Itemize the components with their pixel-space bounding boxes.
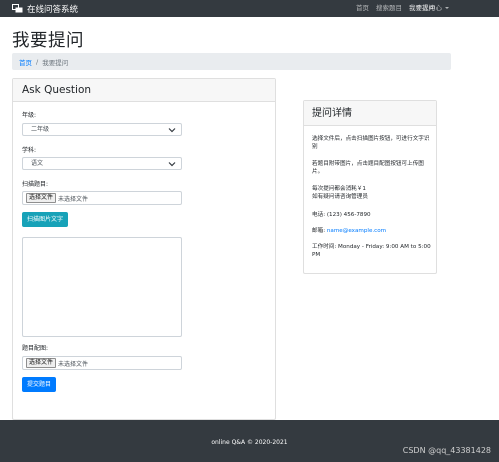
nav-home[interactable]: 首页 <box>356 3 369 13</box>
details-contact-admin: 如有疑问请咨询管理员 <box>312 194 368 201</box>
page-title: 我要提问 <box>12 31 84 51</box>
question-textarea[interactable] <box>22 237 182 337</box>
scan-choose-file-button[interactable]: 选择文件 <box>26 193 57 203</box>
image-file-input[interactable]: 选择文件 未选择文件 <box>22 356 182 370</box>
scan-file-status: 未选择文件 <box>58 195 89 203</box>
brand[interactable]: 在线问答系统 <box>12 2 78 15</box>
subject-select-value: 语文 <box>31 160 44 167</box>
top-navbar: 在线问答系统 首页 搜索题目 我要提问 个人中心 <box>0 0 499 17</box>
question-details-card: 提问详情 选择文件后，点击扫描图片按钮，可进行文字识别 若题目附带图片，点击题目… <box>303 100 437 274</box>
grade-select-value: 二年级 <box>31 126 50 133</box>
details-email-label: 邮箱: <box>312 228 327 234</box>
csdn-watermark: CSDN @qq_43381428 <box>402 446 491 455</box>
details-cost: 每次提问都会消耗￥1 <box>312 186 366 192</box>
breadcrumb-separator: / <box>36 57 39 66</box>
nav-search[interactable]: 搜索题目 <box>376 3 402 13</box>
question-details-title: 提问详情 <box>304 101 436 126</box>
grade-select[interactable]: 二年级 <box>22 123 182 136</box>
scan-file-input[interactable]: 选择文件 未选择文件 <box>22 191 182 205</box>
scan-label: 扫描题目: <box>22 181 49 188</box>
subject-select[interactable]: 语文 <box>22 157 182 170</box>
image-label: 题目配图: <box>22 345 49 352</box>
submit-question-button[interactable]: 提交题目 <box>22 377 57 392</box>
details-phone: 电话: (123) 456-7890 <box>312 212 371 218</box>
details-cost-note: 每次提问都会消耗￥1 如有疑问请咨询管理员 <box>312 185 434 202</box>
brand-title: 在线问答系统 <box>27 4 79 15</box>
home-icon <box>12 4 23 13</box>
chevron-down-icon <box>168 162 176 167</box>
ask-question-title: Ask Question <box>13 79 275 102</box>
details-instruction-scan: 选择文件后，点击扫描图片按钮，可进行文字识别 <box>312 136 430 151</box>
details-email-line: 邮箱: name@example.com <box>312 227 434 235</box>
details-email-link[interactable]: name@example.com <box>327 228 386 234</box>
subject-label: 学科: <box>22 147 37 154</box>
caret-down-icon <box>445 7 449 9</box>
details-hours: 工作时间: Monday - Friday: 9:00 AM to 5:00 P… <box>312 244 431 259</box>
scan-image-text-button[interactable]: 扫描图片文字 <box>22 212 69 227</box>
grade-label: 年级: <box>22 112 37 119</box>
image-choose-file-button[interactable]: 选择文件 <box>26 358 57 368</box>
image-file-status: 未选择文件 <box>58 360 89 368</box>
breadcrumb-current: 我要提问 <box>42 58 69 67</box>
ask-question-card: Ask Question 年级: 二年级 学科: 语文 扫描题目: 选择文件 未… <box>12 78 276 420</box>
chevron-down-icon <box>168 128 176 133</box>
user-center-label: 个人中心 <box>416 4 442 12</box>
footer-copyright: online Q&A © 2020-2021 <box>211 439 288 446</box>
breadcrumb: 首页 / 我要提问 <box>12 53 451 70</box>
user-center-dropdown[interactable]: 个人中心 <box>416 3 449 13</box>
details-instruction-image: 若题目附带图片，点击题目配图按钮可上传图片。 <box>312 161 424 176</box>
footer: online Q&A © 2020-2021 CSDN @qq_43381428 <box>0 420 499 462</box>
breadcrumb-home[interactable]: 首页 <box>19 57 32 67</box>
